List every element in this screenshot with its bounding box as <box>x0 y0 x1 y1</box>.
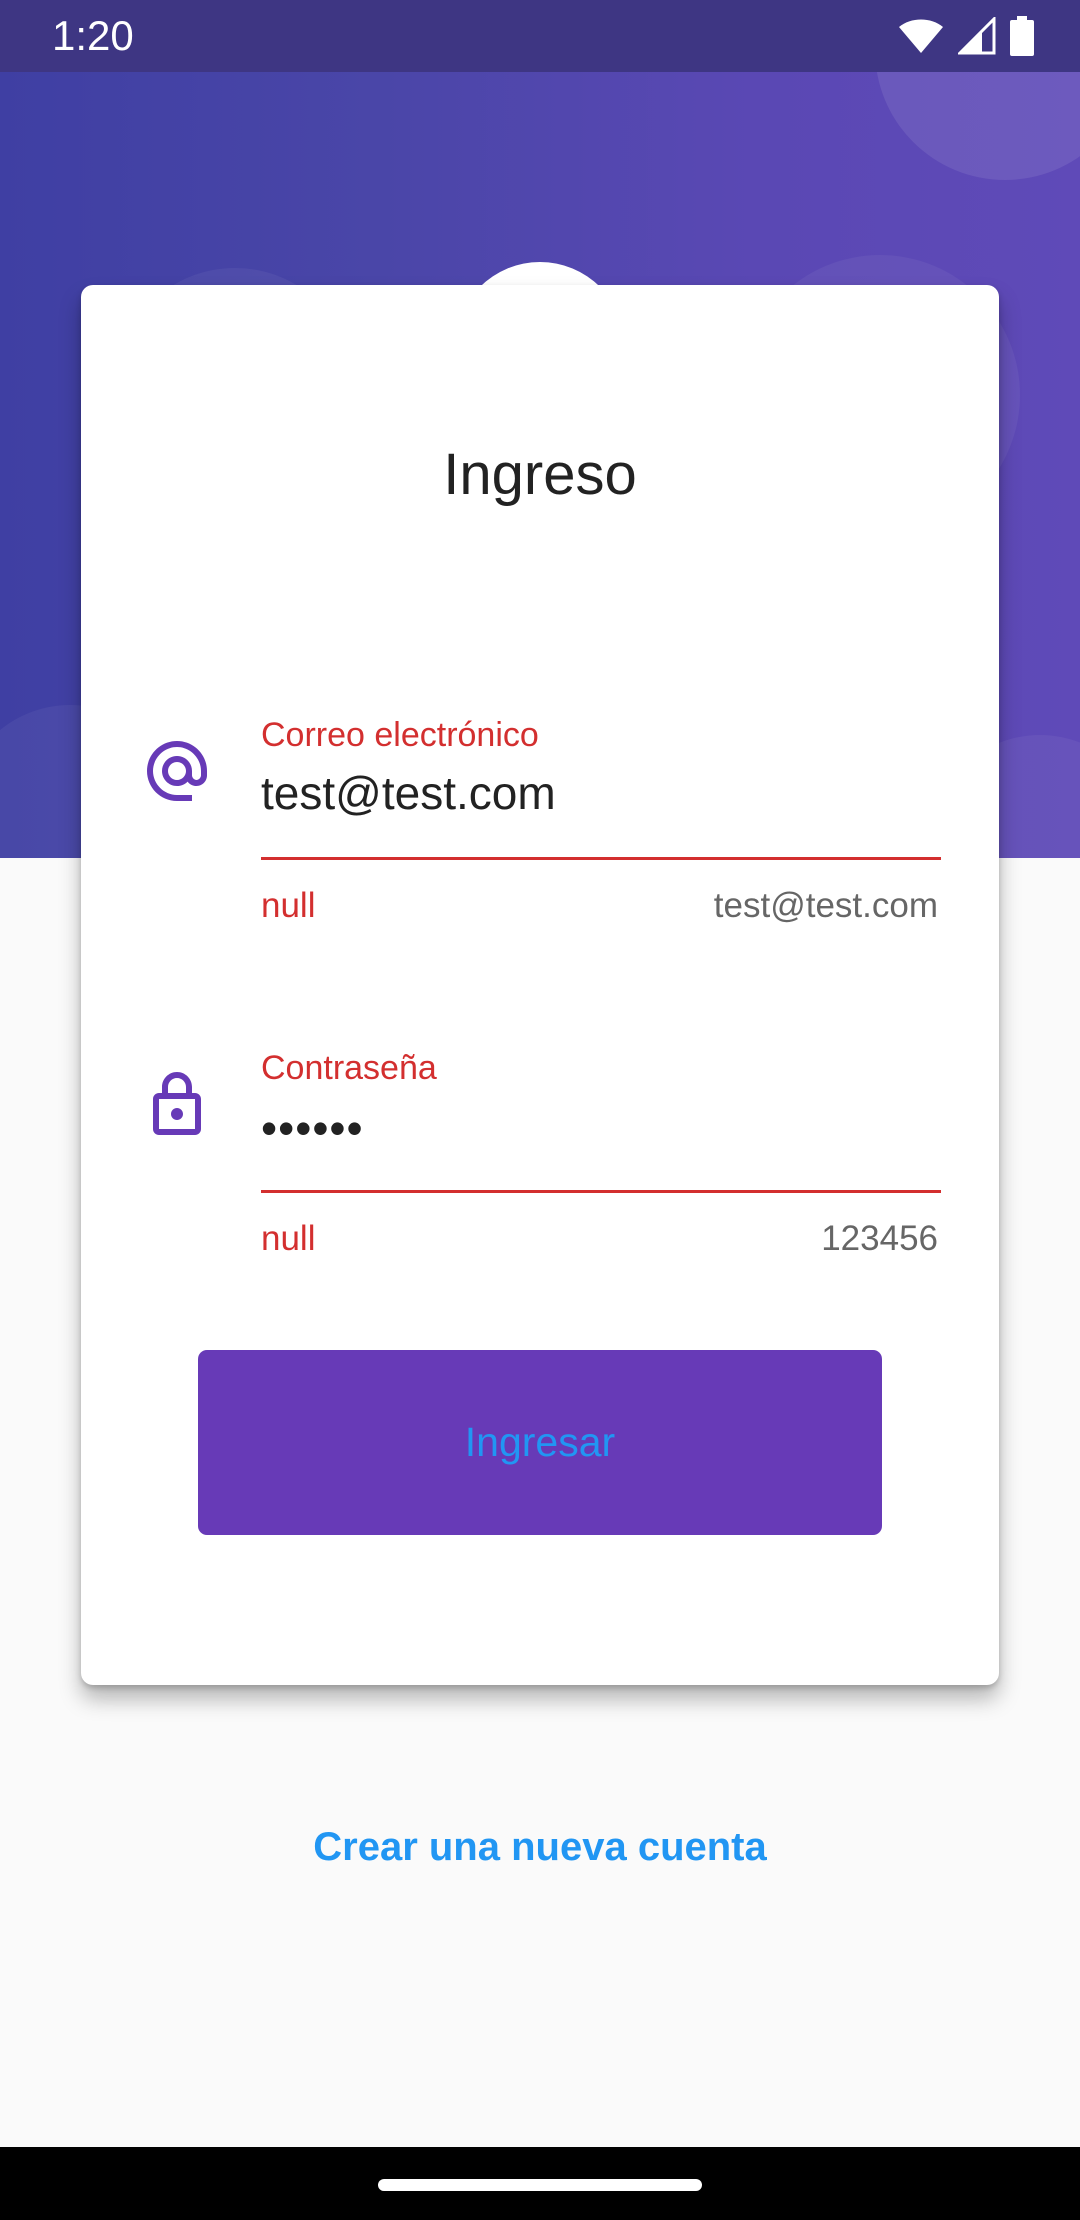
password-field-underline <box>261 1190 941 1193</box>
battery-icon <box>1010 16 1034 56</box>
login-card: Ingreso Correo electrónico test@test.com… <box>81 285 999 1685</box>
password-field-label: Contraseña <box>261 1049 437 1087</box>
email-field-label: Correo electrónico <box>261 716 539 754</box>
lock-icon <box>153 1072 201 1135</box>
home-gesture-handle[interactable] <box>378 2179 702 2191</box>
password-field-error: null <box>261 1219 316 1258</box>
cell-signal-icon <box>958 17 996 55</box>
email-field-underline <box>261 857 941 860</box>
at-sign-icon <box>147 741 207 801</box>
email-field-error: null <box>261 886 316 925</box>
login-button[interactable]: Ingresar <box>198 1350 882 1535</box>
email-field-counter: test@test.com <box>713 886 938 925</box>
navigation-bar <box>0 2147 1080 2220</box>
status-time: 1:20 <box>52 12 134 59</box>
create-account-link[interactable]: Crear una nueva cuenta <box>0 1822 1080 1872</box>
password-field[interactable]: •••••• <box>261 1100 941 1156</box>
login-screen: 1:20 Ingreso Correo electrónico test@tes… <box>0 0 1080 2220</box>
password-field-counter: 123456 <box>821 1219 938 1258</box>
wifi-icon <box>899 19 943 53</box>
status-icons <box>898 14 1034 58</box>
status-bar: 1:20 <box>0 0 1080 72</box>
page-title: Ingreso <box>443 442 637 507</box>
email-field[interactable]: test@test.com <box>261 765 941 821</box>
